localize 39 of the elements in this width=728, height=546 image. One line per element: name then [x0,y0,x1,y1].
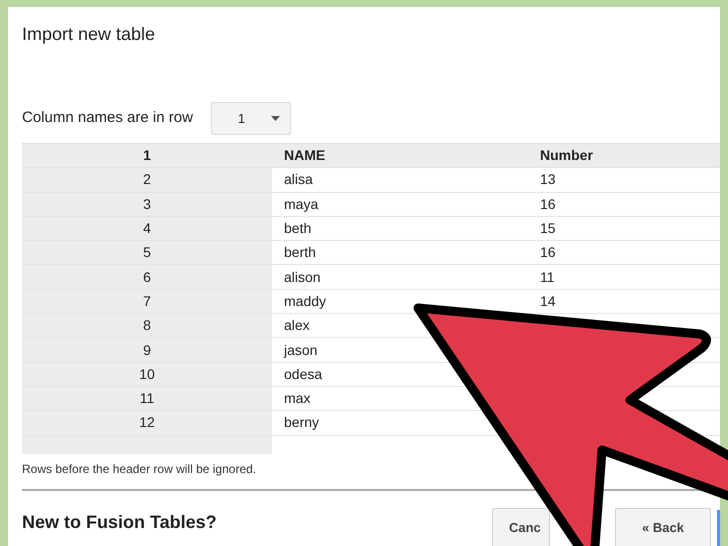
table-cell: 4 [22,216,272,240]
table-cell-text: 15 [539,219,557,238]
table-cell: 2 [22,168,272,192]
table-cell-text: 14 [539,292,557,311]
table-cell: 12 [22,411,272,435]
table-cell: 5 [22,241,272,264]
table-cell-text: beth [283,219,312,238]
dialog-button[interactable]: Canc [492,508,550,546]
table-cell-text: jason [282,340,318,360]
dialog-button[interactable]: « Back [615,508,711,546]
table-cell: 10 [22,362,272,386]
table-cell-text: max [283,389,312,408]
column-header: Number [530,144,720,168]
table-cell-text: 16 [539,194,557,214]
table-cell-text: berny [283,413,320,432]
table-cell-text: alex [283,316,311,336]
table-cell: 6 [22,265,272,289]
table-cell: 11 [22,386,272,410]
caret-icon [270,116,280,121]
section-heading: New to Fusion Tables? [22,510,217,534]
column-header: NAME [272,144,530,168]
table-cell: 3 [22,192,272,216]
dialog-title: Import new table [22,23,156,46]
table-cell-text: 16 [539,243,557,262]
table-cell-text: 13 [539,170,557,190]
table-cell: 7 [22,290,272,314]
column-header: 1 [22,144,272,168]
table-cell-text: berth [283,243,317,262]
table-cell-text: maddy [283,292,328,311]
row-number-dropdown[interactable]: 1 [210,102,291,135]
field-label: Column names are in row [22,108,193,128]
table-cell-text: maya [283,194,320,214]
table-cell: 8 [22,314,272,338]
table-cell: 9 [22,338,272,362]
table-cell-text: odesa [283,364,324,384]
table-cell-text: alisa [283,170,314,190]
note-text: Rows before the header row will be ignored. [22,460,256,478]
table-cell-text: alison [283,268,322,287]
table-cell-text: 11 [539,268,556,287]
